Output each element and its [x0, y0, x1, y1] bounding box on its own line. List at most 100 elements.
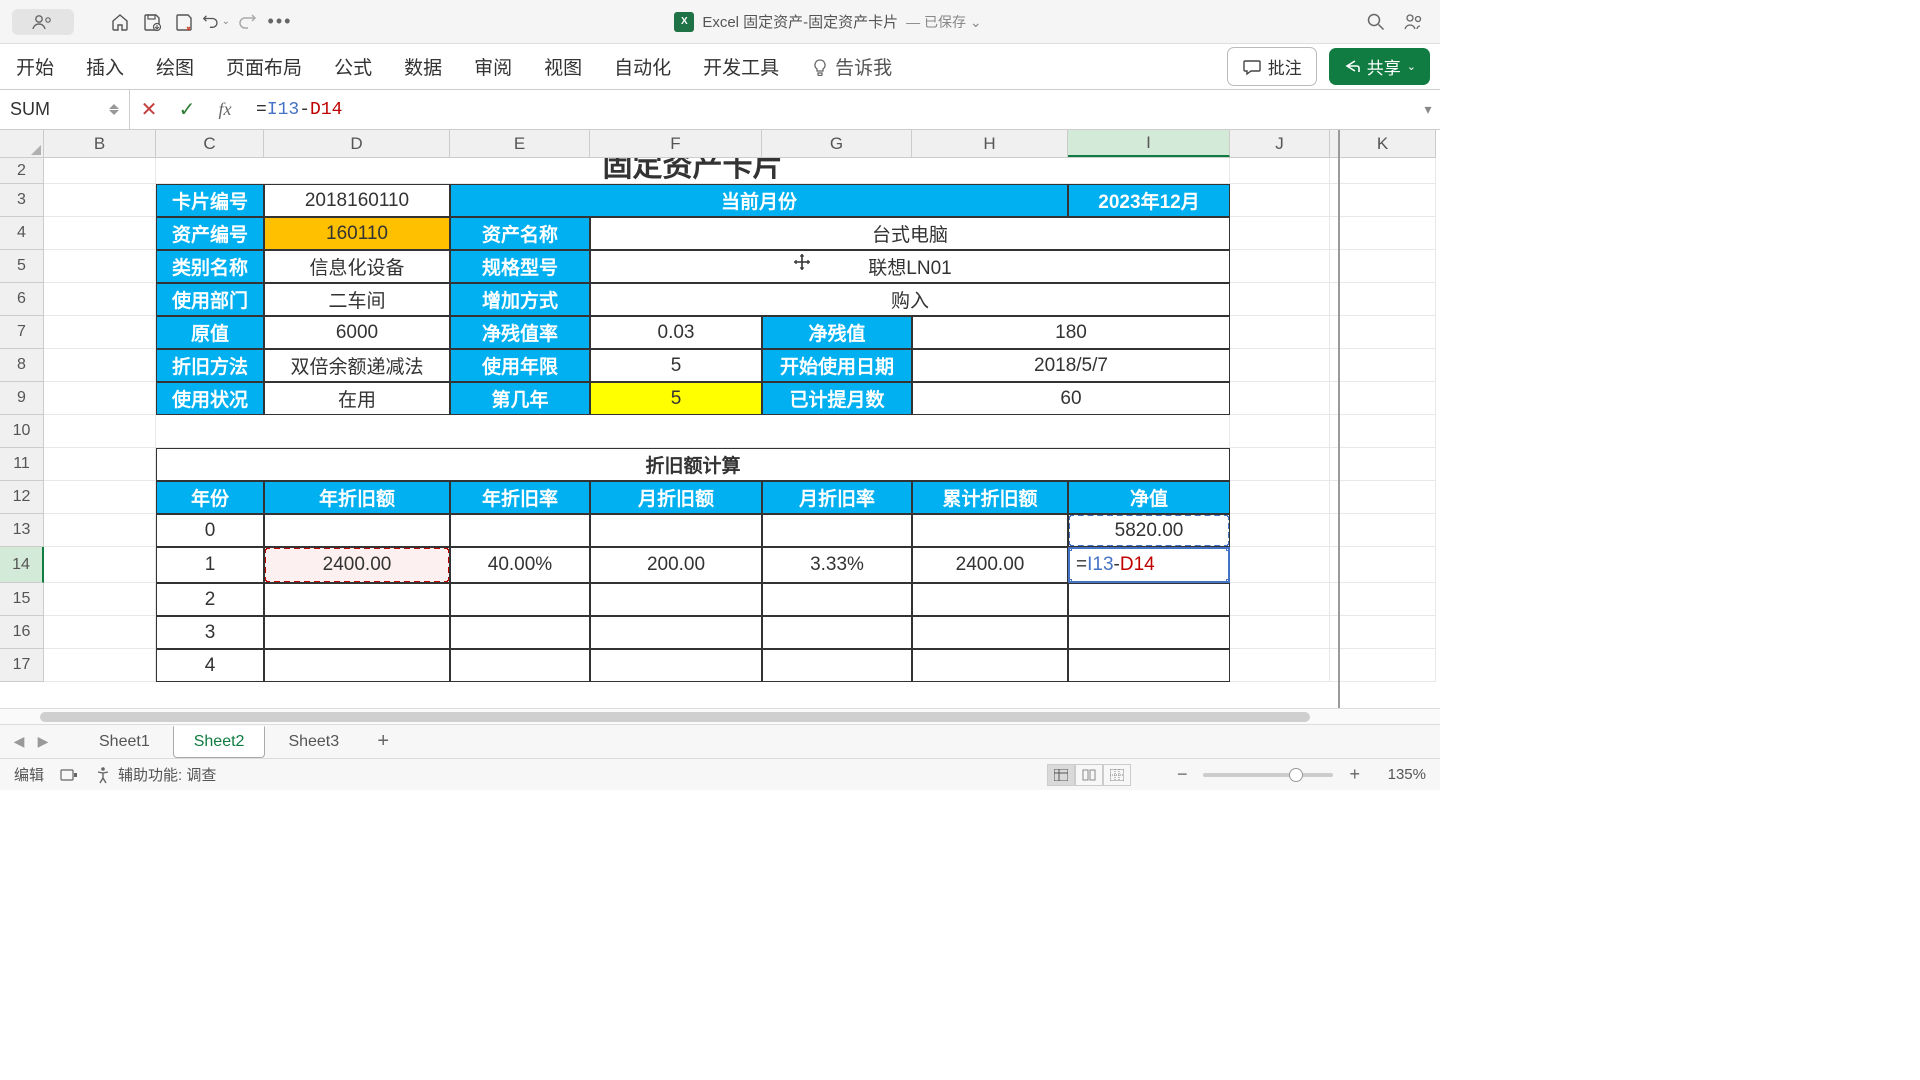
row-header[interactable]: 16 — [0, 616, 44, 649]
label[interactable]: 已计提月数 — [762, 382, 912, 415]
sheet-tab-active[interactable]: Sheet2 — [173, 726, 266, 758]
label[interactable]: 净残值 — [762, 316, 912, 349]
cell-value[interactable]: 台式电脑 — [590, 217, 1230, 250]
cell-value[interactable]: 0.03 — [590, 316, 762, 349]
table-cell[interactable] — [264, 514, 450, 547]
cell-value[interactable]: 信息化设备 — [264, 250, 450, 283]
col-header[interactable]: F — [590, 130, 762, 157]
row-header[interactable]: 9 — [0, 382, 44, 415]
col-header[interactable]: C — [156, 130, 264, 157]
row-header[interactable]: 6 — [0, 283, 44, 316]
cell[interactable] — [1230, 616, 1330, 649]
cell[interactable] — [44, 415, 156, 448]
zoom-in-button[interactable]: + — [1349, 764, 1360, 785]
select-all-corner[interactable] — [0, 130, 44, 157]
col-label[interactable]: 月折旧额 — [590, 481, 762, 514]
accessibility-status[interactable]: 辅助功能: 调查 — [94, 764, 216, 785]
table-cell[interactable] — [590, 649, 762, 682]
cell-value[interactable]: 在用 — [264, 382, 450, 415]
table-cell[interactable] — [1068, 583, 1230, 616]
cell[interactable] — [1330, 415, 1436, 448]
cell[interactable] — [44, 184, 156, 217]
table-cell[interactable] — [590, 616, 762, 649]
cell[interactable] — [1230, 415, 1330, 448]
col-label[interactable]: 净值 — [1068, 481, 1230, 514]
cell[interactable] — [1230, 316, 1330, 349]
table-cell[interactable]: 0 — [156, 514, 264, 547]
macro-icon[interactable] — [60, 767, 78, 783]
tab-automate[interactable]: 自动化 — [614, 53, 671, 80]
horizontal-scrollbar[interactable] — [0, 708, 1440, 724]
table-cell[interactable] — [1068, 649, 1230, 682]
card-title[interactable]: 固定资产卡片 — [156, 158, 1230, 184]
cell[interactable] — [44, 649, 156, 682]
tab-insert[interactable]: 插入 — [86, 53, 124, 80]
cell[interactable] — [1330, 250, 1436, 283]
col-label[interactable]: 年份 — [156, 481, 264, 514]
tab-review[interactable]: 审阅 — [474, 53, 512, 80]
table-cell[interactable] — [1068, 616, 1230, 649]
formula-input[interactable]: =I13-D14 — [244, 100, 1416, 120]
row-header[interactable]: 3 — [0, 184, 44, 217]
table-cell[interactable] — [762, 649, 912, 682]
table-cell[interactable] — [912, 514, 1068, 547]
label[interactable]: 净残值率 — [450, 316, 590, 349]
table-cell[interactable] — [912, 616, 1068, 649]
tab-layout[interactable]: 页面布局 — [226, 53, 302, 80]
sheet-tab[interactable]: Sheet3 — [267, 726, 360, 758]
save-icon[interactable] — [138, 8, 166, 36]
share-button[interactable]: 共享 ⌄ — [1329, 48, 1430, 85]
label[interactable]: 规格型号 — [450, 250, 590, 283]
row-header[interactable]: 15 — [0, 583, 44, 616]
search-icon[interactable] — [1362, 8, 1390, 36]
cell[interactable] — [44, 158, 156, 184]
cell-value[interactable]: 5 — [590, 349, 762, 382]
cell[interactable] — [1330, 583, 1436, 616]
table-cell[interactable] — [264, 649, 450, 682]
view-page-layout-button[interactable] — [1075, 764, 1103, 786]
table-cell[interactable] — [450, 616, 590, 649]
cell[interactable] — [1330, 349, 1436, 382]
cell[interactable] — [1330, 184, 1436, 217]
label[interactable]: 卡片编号 — [156, 184, 264, 217]
cell[interactable] — [1230, 583, 1330, 616]
cell-value[interactable]: 60 — [912, 382, 1230, 415]
more-icon[interactable]: ••• — [266, 8, 294, 36]
zoom-thumb[interactable] — [1289, 768, 1303, 782]
autosave-icon[interactable] — [170, 8, 198, 36]
cell-value[interactable]: 5 — [590, 382, 762, 415]
redo-icon[interactable] — [234, 8, 262, 36]
label[interactable]: 折旧方法 — [156, 349, 264, 382]
label[interactable]: 使用部门 — [156, 283, 264, 316]
cell[interactable] — [1330, 547, 1436, 583]
tab-view[interactable]: 视图 — [544, 53, 582, 80]
cell[interactable] — [156, 415, 1230, 448]
table-cell[interactable]: 4 — [156, 649, 264, 682]
row-header[interactable]: 7 — [0, 316, 44, 349]
view-page-break-button[interactable] — [1103, 764, 1131, 786]
label[interactable]: 使用年限 — [450, 349, 590, 382]
table-cell[interactable] — [590, 583, 762, 616]
cell-value[interactable]: 二车间 — [264, 283, 450, 316]
view-normal-button[interactable] — [1047, 764, 1075, 786]
coauthor-icon[interactable] — [1400, 8, 1428, 36]
cell-value[interactable]: 双倍余额递减法 — [264, 349, 450, 382]
comments-button[interactable]: 批注 — [1227, 47, 1317, 86]
cell[interactable] — [44, 583, 156, 616]
cell[interactable] — [1230, 349, 1330, 382]
cell[interactable] — [1230, 217, 1330, 250]
row-header[interactable]: 13 — [0, 514, 44, 547]
label[interactable]: 增加方式 — [450, 283, 590, 316]
table-cell[interactable] — [450, 514, 590, 547]
cell[interactable] — [1230, 649, 1330, 682]
cell-value[interactable]: 2023年12月 — [1068, 184, 1230, 217]
tab-developer[interactable]: 开发工具 — [703, 53, 779, 80]
cell-value[interactable]: 2018160110 — [264, 184, 450, 217]
scrollbar-thumb[interactable] — [40, 712, 1310, 722]
saved-state[interactable]: — 已保存 ⌄ — [906, 12, 982, 32]
dep-title[interactable]: 折旧额计算 — [156, 448, 1230, 481]
cell[interactable] — [44, 250, 156, 283]
cell[interactable] — [1330, 514, 1436, 547]
namebox-caret-icon[interactable] — [109, 104, 119, 115]
cell-i13[interactable]: 5820.00 — [1068, 514, 1230, 547]
